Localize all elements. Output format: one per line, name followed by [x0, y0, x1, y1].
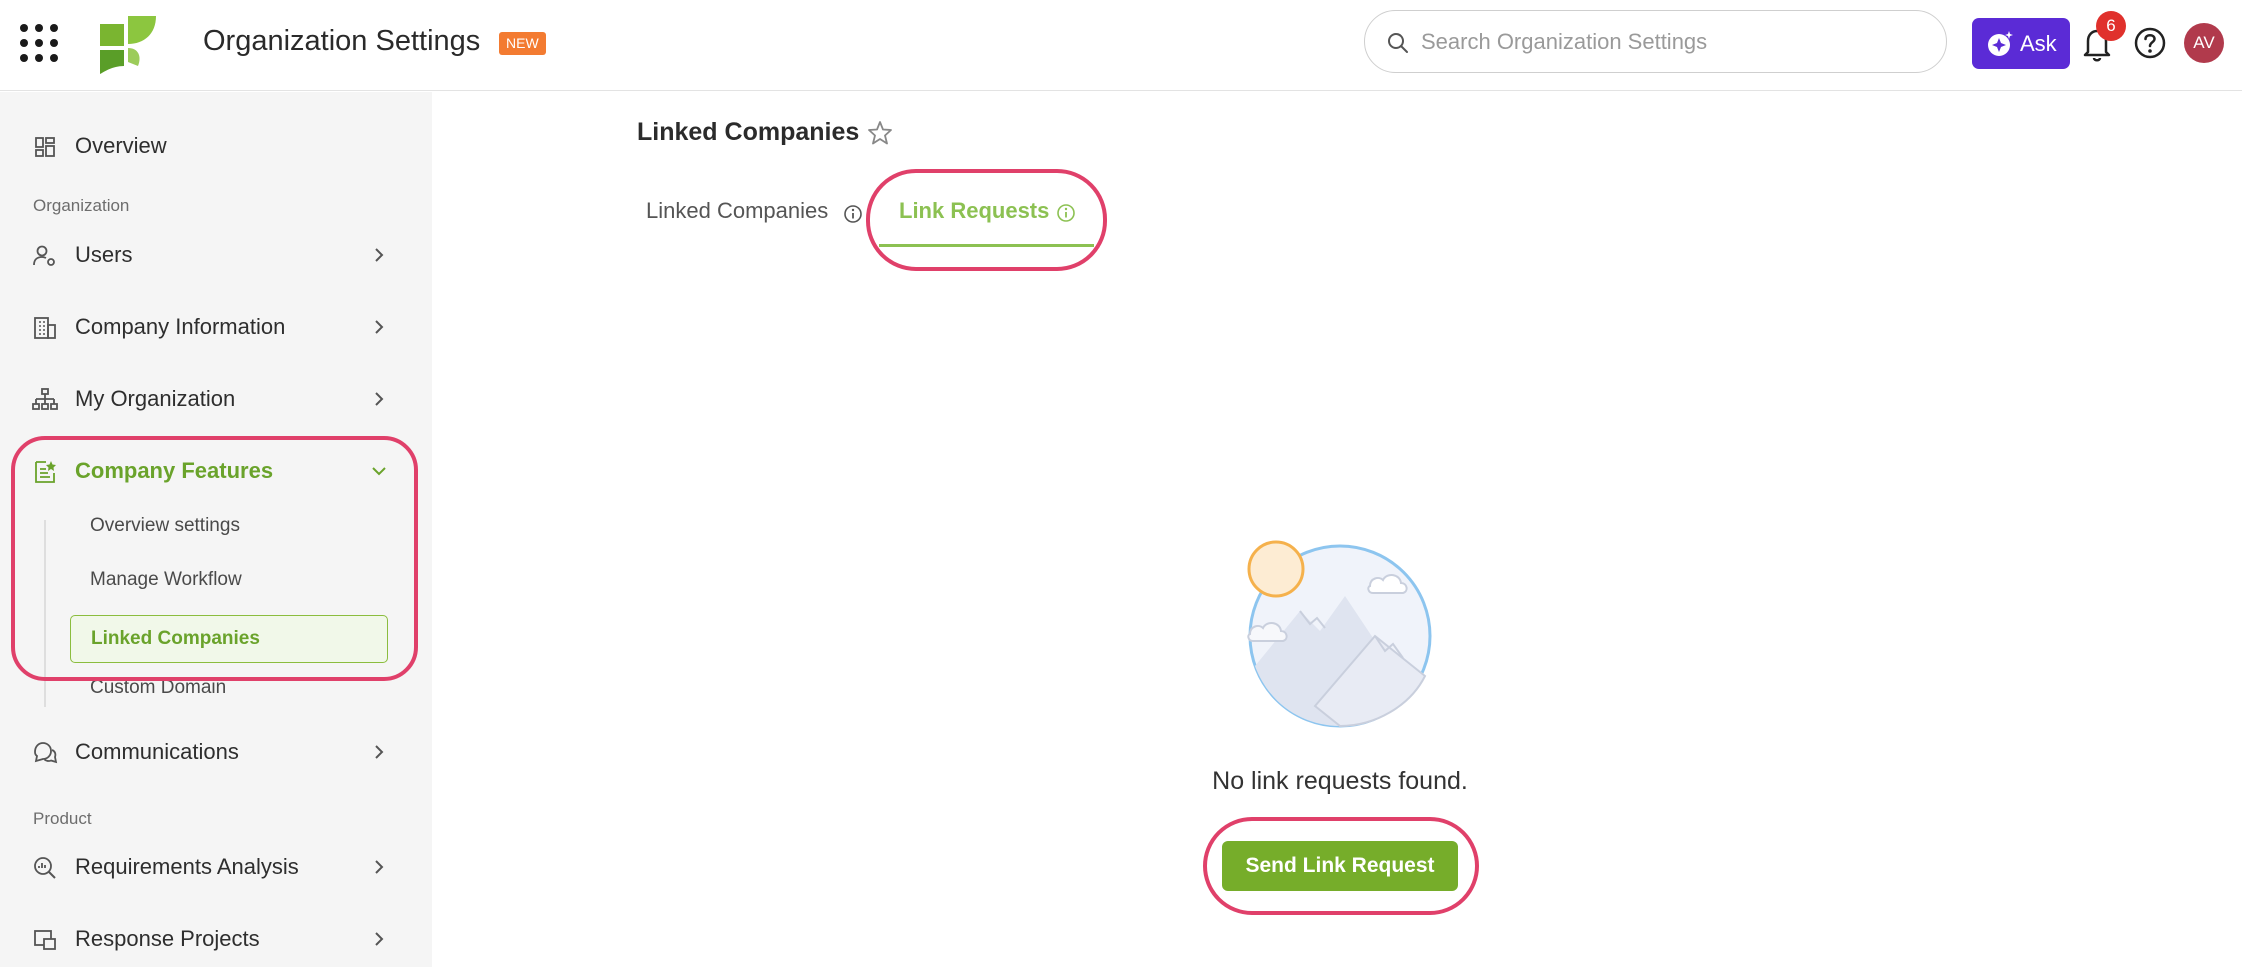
dashboard-icon [35, 137, 55, 157]
sidebar-item-label: Overview [75, 133, 167, 158]
active-tab-indicator [879, 244, 1094, 247]
org-chart-icon [32, 388, 58, 410]
sidebar-item-users[interactable]: Users [0, 225, 432, 285]
chevron-right-icon [375, 320, 384, 334]
search-input[interactable] [1421, 23, 1921, 61]
sidebar-item-label: Company Information [75, 314, 286, 339]
info-icon[interactable] [843, 204, 863, 224]
sidebar-item-overview[interactable]: Overview [0, 116, 432, 176]
chat-bubbles-icon [34, 742, 58, 764]
sidebar-item-communications[interactable]: Communications [0, 722, 432, 782]
projects-icon [34, 930, 56, 950]
search-box[interactable] [1364, 10, 1947, 73]
user-avatar[interactable]: AV [2184, 23, 2224, 63]
submenu-item-label: Overview settings [90, 515, 240, 536]
help-icon[interactable] [2133, 26, 2167, 60]
empty-state-illustration-icon [1247, 540, 1432, 728]
chevron-right-icon [375, 860, 384, 874]
ask-label: Ask [2020, 31, 2057, 56]
sidebar: Overview Organization Users Company Info… [0, 92, 432, 967]
feature-list-icon [35, 461, 56, 483]
app-title: Organization Settings [203, 25, 481, 57]
send-link-request-button[interactable]: Send Link Request [1222, 841, 1458, 891]
page-title: Linked Companies [637, 118, 860, 146]
sidebar-item-response-projects[interactable]: Response Projects [0, 909, 432, 969]
submenu-item-manage-workflow[interactable]: Manage Workflow [70, 556, 388, 604]
sidebar-item-label: Response Projects [75, 926, 260, 951]
user-settings-icon [33, 245, 55, 266]
app-launcher-icon[interactable] [20, 24, 60, 64]
sidebar-item-label: Company Features [75, 458, 274, 483]
new-badge: NEW [499, 32, 546, 55]
sidebar-item-company-information[interactable]: Company Information [0, 297, 432, 357]
chevron-right-icon [375, 392, 384, 406]
empty-state-message: No link requests found. [1212, 767, 1468, 795]
ai-sparkle-icon [1988, 31, 2013, 56]
chevron-right-icon [375, 248, 384, 262]
submenu-item-linked-companies[interactable]: Linked Companies [70, 615, 388, 663]
sidebar-item-label: Users [75, 242, 133, 267]
notification-count-badge: 6 [2096, 11, 2126, 41]
analysis-magnifier-icon [34, 857, 56, 879]
submenu-item-label: Manage Workflow [90, 569, 242, 590]
tab-link-requests[interactable]: Link Requests [899, 198, 1049, 224]
submenu-item-label: Custom Domain [90, 677, 227, 698]
top-header: Organization Settings NEW Ask 6 AV [0, 0, 2242, 91]
company-logo-icon[interactable] [98, 16, 158, 74]
info-icon[interactable] [1056, 203, 1076, 223]
section-label-organization: Organization [33, 196, 130, 215]
tab-linked-companies[interactable]: Linked Companies [646, 198, 828, 224]
section-label-product: Product [33, 809, 92, 828]
sidebar-item-label: Communications [75, 739, 239, 764]
favorite-star-icon[interactable] [866, 119, 894, 147]
chevron-down-icon [372, 467, 386, 476]
ask-button[interactable]: Ask [1972, 18, 2070, 69]
sidebar-item-my-organization[interactable]: My Organization [0, 369, 432, 429]
submenu-guide-line [44, 520, 46, 707]
search-icon [1388, 33, 1408, 53]
submenu-item-custom-domain[interactable]: Custom Domain [70, 664, 388, 712]
submenu-item-label: Linked Companies [91, 628, 260, 649]
building-icon [34, 317, 56, 339]
sidebar-item-company-features[interactable]: Company Features [0, 441, 432, 501]
sidebar-item-label: Requirements Analysis [75, 854, 299, 879]
chevron-right-icon [375, 932, 384, 946]
sidebar-item-requirements-analysis[interactable]: Requirements Analysis [0, 837, 432, 897]
submenu-item-overview-settings[interactable]: Overview settings [70, 502, 388, 550]
sidebar-item-label: My Organization [75, 386, 236, 411]
chevron-right-icon [375, 745, 384, 759]
